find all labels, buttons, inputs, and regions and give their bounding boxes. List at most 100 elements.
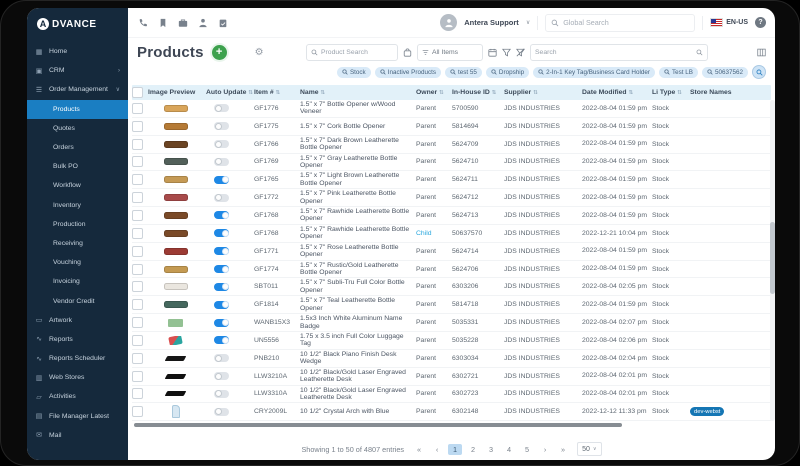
sidebar-item-reports-scheduler[interactable]: ∿ Reports Scheduler	[27, 349, 128, 368]
gear-icon[interactable]: ⚙	[255, 47, 264, 58]
auto-update-toggle[interactable]	[214, 122, 229, 131]
add-product-button[interactable]: +	[211, 45, 227, 60]
filter-chip-inactive-products[interactable]: Inactive Products	[374, 66, 442, 78]
row-checkbox[interactable]	[132, 245, 143, 257]
column-header-date-modified[interactable]: Date Modified ⇅	[582, 89, 652, 96]
auto-update-toggle[interactable]	[214, 300, 229, 309]
auto-update-toggle[interactable]	[214, 193, 229, 202]
sort-icon[interactable]: ⇅	[321, 90, 326, 96]
filter-chip-test-55[interactable]: test 55	[445, 66, 482, 78]
table-row[interactable]: GF1776 1.5" x 7" Bottle Opener w/Wood Ven…	[132, 100, 771, 118]
auto-update-toggle[interactable]	[214, 282, 229, 291]
filter-chip-dropship[interactable]: Dropship	[485, 66, 530, 78]
sort-icon[interactable]: ⇅	[629, 90, 634, 96]
horizontal-scrollbar[interactable]	[134, 423, 622, 428]
auto-update-toggle[interactable]	[214, 372, 229, 381]
filter-icon[interactable]	[502, 48, 511, 57]
row-checkbox[interactable]	[132, 388, 143, 400]
auto-update-toggle[interactable]	[214, 336, 229, 345]
prev-page-button[interactable]: ‹	[430, 444, 444, 455]
table-row[interactable]: GF1771 1.5" x 7" Rose Leatherette Bottle …	[132, 243, 771, 261]
row-checkbox[interactable]	[132, 138, 143, 150]
filter-chip-50637562[interactable]: 50637562	[701, 66, 748, 78]
sidebar-item-vendor-credit[interactable]: Vendor Credit	[27, 291, 128, 310]
user-avatar[interactable]	[440, 14, 458, 31]
table-row[interactable]: WANB15X3 1.5x3 Inch White Aluminum Name B…	[132, 314, 771, 332]
sidebar-item-mail[interactable]: ✉ Mail	[27, 426, 128, 445]
vertical-scrollbar-thumb[interactable]	[770, 222, 775, 295]
page-button-3[interactable]: 3	[484, 444, 498, 455]
page-button-2[interactable]: 2	[466, 444, 480, 455]
table-row[interactable]: CRY2009L 10 1/2" Crystal Arch with Blue Pa…	[132, 403, 771, 422]
sidebar-item-file-manager-latest[interactable]: ▤ File Manager Latest	[27, 407, 128, 426]
table-row[interactable]: GF1768 1.5" x 7" Rawhide Leatherette Bott…	[132, 225, 771, 243]
sort-icon[interactable]: ⇅	[533, 90, 538, 96]
table-row[interactable]: SBT011 1.5" x 7" Subli-Tru Full Color Bot…	[132, 278, 771, 297]
select-all-checkbox[interactable]	[132, 87, 143, 98]
next-page-button[interactable]: ›	[538, 444, 552, 455]
table-row[interactable]: GF1768 1.5" x 7" Rawhide Leatherette Bott…	[132, 207, 771, 225]
app-logo[interactable]: A DVANCE	[27, 8, 128, 38]
table-row[interactable]: UN5556 1.75 x 3.5 inch Full Color Luggage…	[132, 332, 771, 350]
auto-update-toggle[interactable]	[214, 140, 229, 149]
sidebar-item-workflow[interactable]: Workflow	[27, 176, 128, 195]
row-checkbox[interactable]	[132, 334, 143, 346]
column-header-supplier[interactable]: Supplier ⇅	[504, 89, 582, 96]
all-items-dropdown[interactable]: All Items	[417, 44, 483, 61]
sidebar-item-quotes[interactable]: Quotes	[27, 119, 128, 138]
last-page-button[interactable]: »	[556, 444, 570, 455]
sidebar-item-orders[interactable]: Orders	[27, 138, 128, 157]
filter-off-icon[interactable]	[516, 48, 525, 57]
table-row[interactable]: GF1814 1.5" x 7" Teal Leatherette Bottle …	[132, 296, 771, 315]
sort-icon[interactable]: ⇅	[439, 90, 444, 96]
store-badge[interactable]: dev-webst	[690, 407, 725, 417]
row-checkbox[interactable]	[132, 317, 143, 329]
column-header-li-type[interactable]: Li Type ⇅	[652, 89, 690, 96]
bookmark-icon[interactable]	[157, 17, 168, 28]
auto-update-toggle[interactable]	[214, 389, 229, 398]
columns-icon[interactable]	[757, 48, 766, 57]
auto-update-toggle[interactable]	[214, 157, 229, 166]
product-search-input[interactable]: Product Search	[306, 44, 398, 61]
sidebar-item-reports[interactable]: ∿ Reports	[27, 330, 128, 349]
row-checkbox[interactable]	[132, 263, 143, 275]
auto-update-toggle[interactable]	[214, 175, 229, 184]
page-button-4[interactable]: 4	[502, 444, 516, 455]
sort-icon[interactable]: ⇅	[276, 90, 281, 96]
sidebar-item-bulk-po[interactable]: Bulk PO	[27, 157, 128, 176]
bag-icon[interactable]	[403, 48, 412, 57]
row-checkbox[interactable]	[132, 174, 143, 186]
column-header-owner[interactable]: Owner ⇅	[416, 89, 452, 96]
filter-chip-stock[interactable]: Stock	[336, 66, 371, 78]
sidebar-item-home[interactable]: ▦ Home	[27, 42, 128, 61]
row-checkbox[interactable]	[132, 370, 143, 382]
global-search-input[interactable]: Global Search	[545, 13, 696, 32]
row-checkbox[interactable]	[132, 209, 143, 221]
sort-icon[interactable]: ⇅	[492, 90, 497, 96]
sidebar-item-web-stores[interactable]: ▥ Web Stores	[27, 368, 128, 387]
row-checkbox[interactable]	[132, 281, 143, 293]
briefcase-icon[interactable]	[177, 17, 188, 28]
sidebar-item-production[interactable]: Production	[27, 215, 128, 234]
filter-chip-test-lb[interactable]: Test LB	[658, 66, 698, 78]
column-header-in-house-id[interactable]: In-House ID ⇅	[452, 89, 504, 96]
sidebar-item-inventory[interactable]: Inventory	[27, 196, 128, 215]
chip-search-button[interactable]	[752, 65, 766, 79]
column-header-auto-update[interactable]: Auto Update ⇅	[206, 89, 254, 96]
sort-icon[interactable]: ⇅	[677, 90, 682, 96]
phone-icon[interactable]	[137, 17, 148, 28]
auto-update-toggle[interactable]	[214, 354, 229, 363]
sidebar-item-artwork[interactable]: ▭ Artwork	[27, 311, 128, 330]
auto-update-toggle[interactable]	[214, 318, 229, 327]
first-page-button[interactable]: «	[412, 444, 426, 455]
column-header-item[interactable]: Item # ⇅	[254, 89, 300, 96]
calendar-icon[interactable]	[488, 48, 497, 57]
row-checkbox[interactable]	[132, 227, 143, 239]
chevron-down-icon[interactable]: ∨	[526, 19, 530, 26]
auto-update-toggle[interactable]	[214, 247, 229, 256]
auto-update-toggle[interactable]	[214, 407, 229, 416]
sidebar-item-crm[interactable]: ▣ CRM ›	[27, 61, 128, 80]
table-row[interactable]: GF1772 1.5" x 7" Pink Leatherette Bottle …	[132, 189, 771, 208]
page-button-1[interactable]: 1	[448, 443, 463, 455]
row-checkbox[interactable]	[132, 156, 143, 168]
